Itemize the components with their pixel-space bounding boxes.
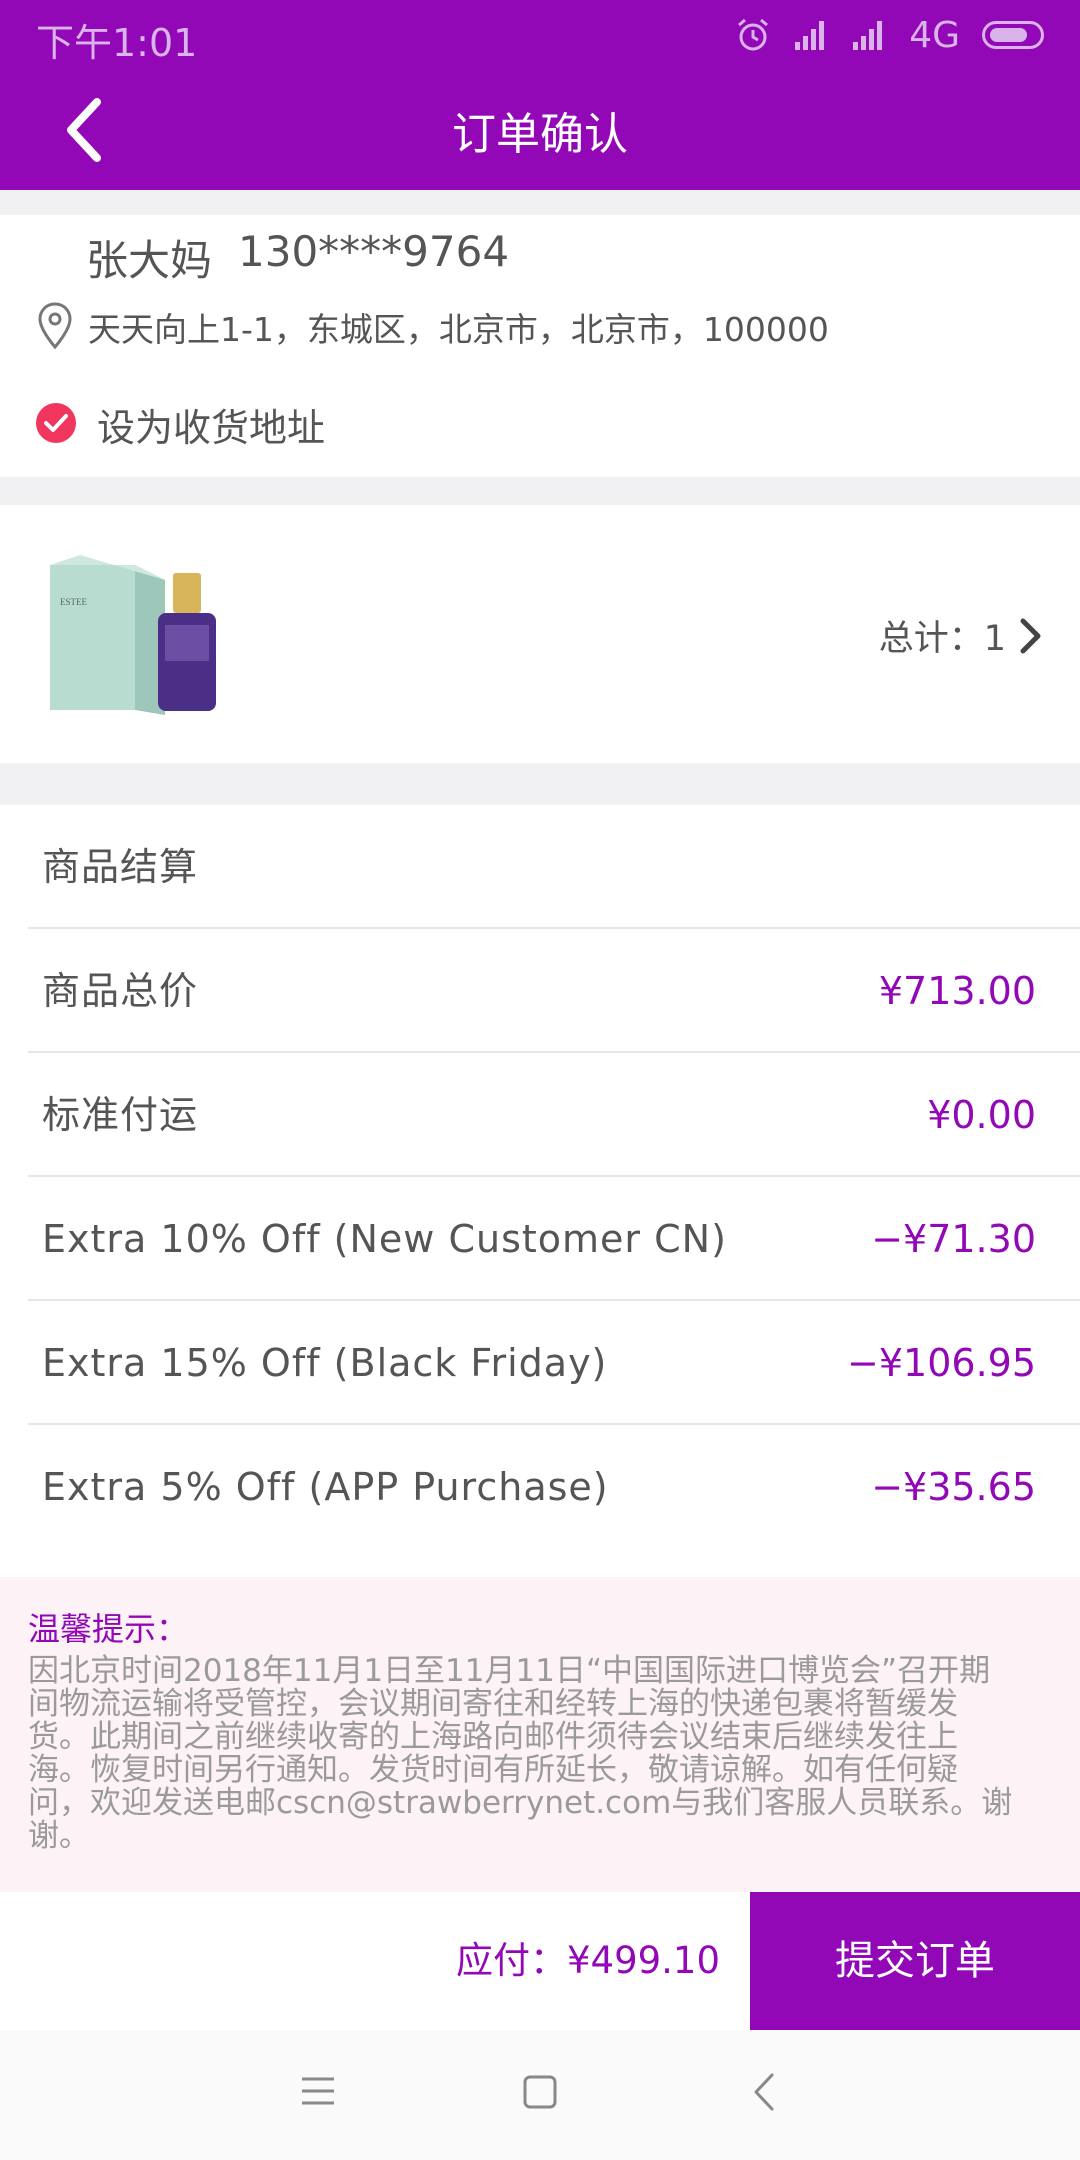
shipping-row: 标准付运 ¥0.00: [28, 1053, 1080, 1177]
network-type: 4G: [909, 14, 960, 56]
signal-icon: [795, 21, 825, 50]
discount-row: Extra 10% Off (New Customer CN) −¥71.30: [28, 1177, 1080, 1301]
notice-box: 温馨提示： 因北京时间2018年11月1日至11月11日“中国国际进口博览会”召…: [0, 1577, 1080, 1892]
discount-value: −¥106.95: [847, 1341, 1036, 1385]
system-nav-bar: [0, 2030, 1080, 2160]
notice-text: 因北京时间2018年11月1日至11月11日“中国国际进口博览会”召开期间物流运…: [28, 1653, 1013, 1854]
payable-amount: 应付：¥499.10: [455, 1939, 720, 1982]
home-icon[interactable]: [522, 2074, 558, 2110]
product-count: 总计：1: [878, 619, 1006, 659]
app-header: 下午1:01 4G 订单确认: [0, 0, 1080, 190]
submit-order-button[interactable]: 提交订单: [750, 1892, 1080, 2030]
discount-value: −¥71.30: [871, 1217, 1036, 1261]
price-row: 商品总价 ¥713.00: [28, 929, 1080, 1053]
price-label: 商品总价: [42, 969, 199, 1013]
address-text: 天天向上1-1，东城区，北京市，北京市，100000: [88, 310, 829, 349]
address-card[interactable]: 张大妈 130****9764 天天向上1-1，东城区，北京市，北京市，1000…: [0, 215, 1080, 477]
signal-icon-2: [853, 21, 883, 50]
discount-row: Extra 15% Off (Black Friday) −¥106.95: [28, 1301, 1080, 1425]
price-value: ¥713.00: [878, 969, 1036, 1013]
recipient-phone: 130****9764: [238, 227, 510, 276]
chevron-right-icon: [1020, 618, 1041, 653]
settlement-title-row: 商品结算: [28, 805, 1080, 929]
discount-value: −¥35.65: [871, 1465, 1036, 1509]
battery-level: [990, 28, 1027, 42]
status-icons: 4G: [735, 10, 1044, 60]
checkout-bar: 应付：¥499.10 提交订单: [0, 1892, 1080, 2030]
shipping-value: ¥0.00: [927, 1093, 1036, 1137]
location-pin-icon: [38, 302, 72, 350]
notice-title: 温馨提示：: [28, 1610, 189, 1648]
menu-icon[interactable]: [300, 2075, 336, 2107]
discount-label: Extra 5% Off (APP Purchase): [42, 1465, 609, 1509]
shipping-label: 标准付运: [42, 1093, 199, 1137]
product-total[interactable]: 总计：1: [879, 610, 1044, 661]
discount-row: Extra 5% Off (APP Purchase) −¥35.65: [28, 1425, 1080, 1549]
page-title: 订单确认: [452, 109, 628, 160]
discount-label: Extra 15% Off (Black Friday): [42, 1341, 608, 1385]
product-card[interactable]: ESTEE 总计：1: [0, 505, 1080, 763]
recipient-info: 张大妈 130****9764: [86, 227, 509, 288]
discount-label: Extra 10% Off (New Customer CN): [42, 1217, 727, 1261]
back-nav-icon[interactable]: [752, 2072, 776, 2112]
product-image: ESTEE: [50, 555, 216, 715]
check-circle-icon[interactable]: [35, 402, 77, 444]
svg-text:ESTEE: ESTEE: [60, 597, 87, 607]
settlement-card: 商品结算 商品总价 ¥713.00 标准付运 ¥0.00 Extra 10% O…: [0, 805, 1080, 1577]
alarm-icon: [738, 18, 769, 51]
status-time: 下午1:01: [36, 21, 198, 65]
battery-icon: [982, 21, 1044, 49]
default-address-label[interactable]: 设为收货地址: [97, 397, 325, 452]
recipient-name: 张大妈: [86, 236, 213, 285]
settlement-title: 商品结算: [42, 845, 199, 889]
